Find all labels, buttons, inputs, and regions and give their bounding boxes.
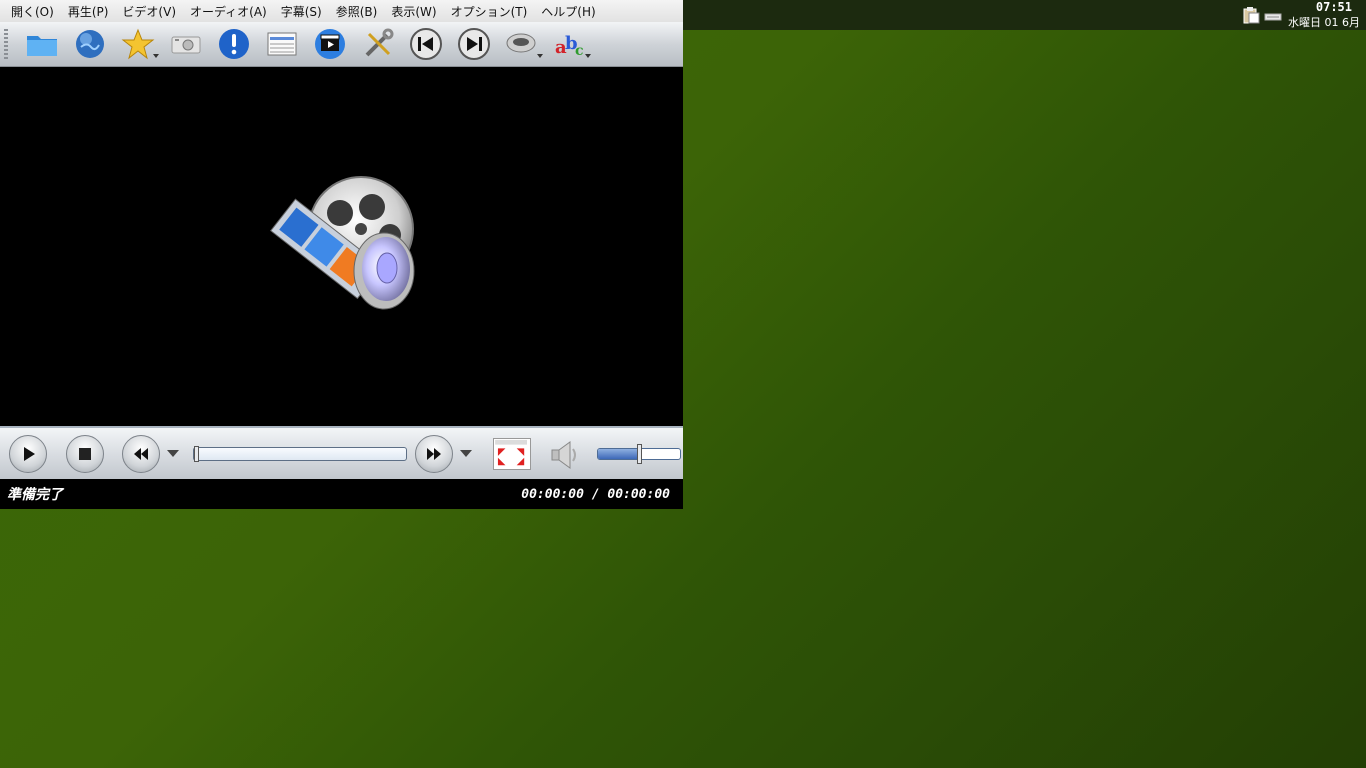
speaker-icon (551, 441, 576, 469)
keyboard-icon[interactable] (1264, 6, 1282, 24)
menu-browse[interactable]: 参照(B) (329, 3, 385, 20)
toolbar-grip[interactable] (4, 29, 8, 59)
clipboard-icon[interactable] (1242, 6, 1260, 24)
info-button[interactable] (210, 24, 258, 64)
status-text: 準備完了 (7, 487, 63, 503)
skip-next-icon (458, 28, 490, 60)
next-button[interactable] (450, 24, 498, 64)
menu-help[interactable]: ヘルプ(H) (534, 3, 602, 20)
forward-button[interactable] (415, 435, 453, 473)
forward-options-chevron-down-icon[interactable] (460, 450, 472, 457)
menubar: 開く(O) 再生(P) ビデオ(V) オーディオ(A) 字幕(S) 参照(B) … (0, 0, 683, 22)
open-url-button[interactable] (66, 24, 114, 64)
globe-icon (76, 30, 104, 58)
seek-slider-handle[interactable] (194, 446, 199, 462)
play-button[interactable] (9, 435, 47, 473)
rewind-options-chevron-down-icon[interactable] (167, 450, 179, 457)
tools-icon (365, 28, 394, 57)
menu-audio[interactable]: オーディオ(A) (183, 3, 274, 20)
fullscreen-icon (495, 439, 527, 466)
playlist-icon (267, 32, 297, 56)
stop-icon (79, 448, 91, 460)
rewind-icon (134, 448, 148, 460)
chevron-down-icon[interactable] (585, 54, 591, 58)
volume-slider-handle[interactable] (636, 444, 642, 464)
info-icon (219, 29, 249, 59)
status-bar: 準備完了 00:00:00 / 00:00:00 (0, 479, 683, 509)
toolbar: abc (0, 22, 683, 67)
seek-slider[interactable] (193, 446, 407, 462)
chevron-down-icon[interactable] (153, 54, 159, 58)
clock-date: 水曜日 01 6月 (1288, 16, 1360, 29)
menu-play[interactable]: 再生(P) (61, 3, 116, 20)
desktop-top-panel: 07:51 水曜日 01 6月 (683, 0, 1366, 30)
menu-view[interactable]: 表示(W) (384, 3, 443, 20)
clock[interactable]: 07:51 水曜日 01 6月 (1288, 0, 1360, 30)
chevron-down-icon[interactable] (537, 54, 543, 58)
menu-subtitles[interactable]: 字幕(S) (274, 3, 329, 20)
fast-forward-icon (427, 448, 441, 460)
clapperboard-icon (315, 29, 345, 59)
camera-icon (171, 36, 201, 54)
audio-icon (506, 33, 536, 53)
playlist-button[interactable] (258, 24, 306, 64)
open-folder-button[interactable] (18, 24, 66, 64)
preferences-button[interactable] (354, 24, 402, 64)
smplayer-logo-icon (270, 176, 415, 310)
menu-options[interactable]: オプション(T) (444, 3, 535, 20)
media-player-window: 開く(O) 再生(P) ビデオ(V) オーディオ(A) 字幕(S) 参照(B) … (0, 0, 683, 509)
system-tray: 07:51 水曜日 01 6月 (1242, 0, 1360, 30)
star-icon (121, 28, 155, 60)
clock-time: 07:51 (1315, 0, 1352, 14)
subtitles-abc-icon: abc (555, 33, 584, 59)
fullscreen-button[interactable] (493, 438, 531, 470)
audio-track-button[interactable] (498, 24, 546, 64)
subtitles-button[interactable]: abc (546, 24, 594, 64)
video-equalizer-button[interactable] (306, 24, 354, 64)
play-icon (24, 447, 35, 461)
menu-open[interactable]: 開く(O) (4, 3, 61, 20)
control-bar (0, 426, 683, 479)
svg-text:c: c (575, 43, 584, 59)
favorites-button[interactable] (114, 24, 162, 64)
rewind-button[interactable] (122, 435, 160, 473)
screenshot-button[interactable] (162, 24, 210, 64)
folder-icon (27, 36, 57, 56)
mute-button[interactable] (546, 438, 584, 472)
volume-level (598, 449, 639, 459)
skip-previous-icon (410, 28, 442, 60)
video-area[interactable] (0, 67, 683, 426)
time-display: 00:00:00 / 00:00:00 (521, 486, 670, 502)
previous-button[interactable] (402, 24, 450, 64)
stop-button[interactable] (66, 435, 104, 473)
menu-video[interactable]: ビデオ(V) (115, 3, 183, 20)
